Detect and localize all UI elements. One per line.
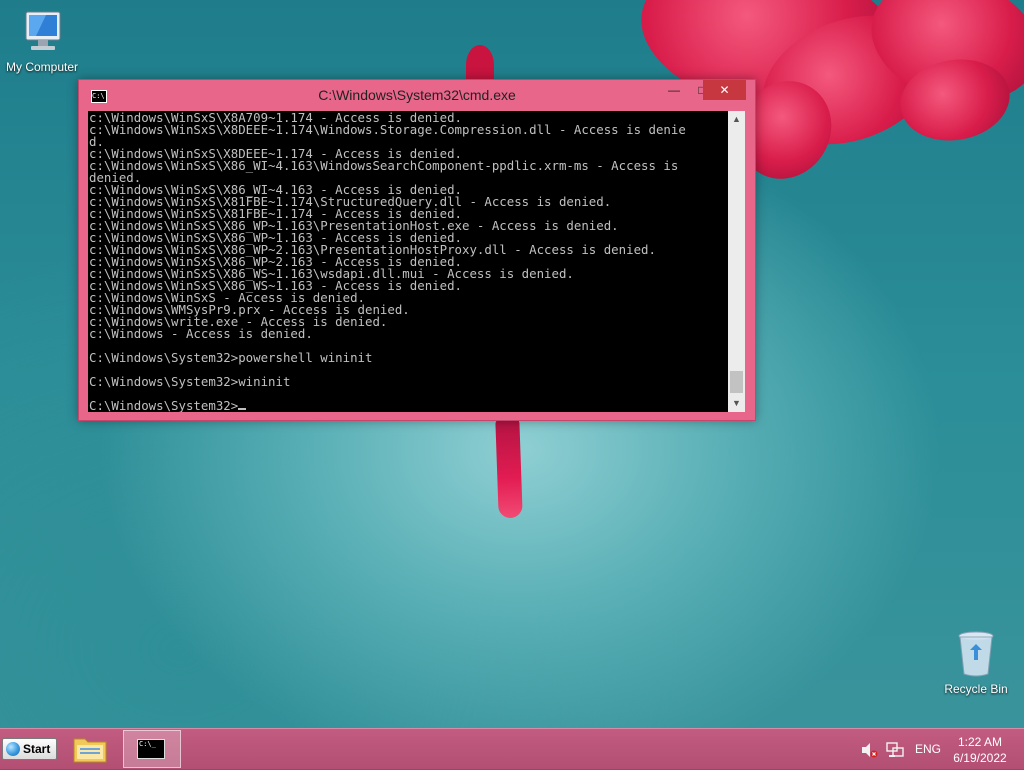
scrollbar-thumb[interactable] (730, 371, 743, 393)
console-line: C:\Windows\System32>wininit (89, 374, 291, 389)
computer-icon (25, 11, 61, 50)
desktop-icon-recycle-bin[interactable]: Recycle Bin (934, 630, 1018, 696)
start-button[interactable]: Start (2, 738, 57, 760)
cmd-window[interactable]: C:\ C:\Windows\System32\cmd.exe — □ ✕ c:… (78, 79, 756, 421)
network-icon[interactable] (886, 741, 904, 759)
windows-orb-icon (6, 742, 20, 756)
recycle-bin-icon (958, 631, 994, 677)
window-titlebar[interactable]: C:\ C:\Windows\System32\cmd.exe — □ ✕ (79, 80, 755, 110)
console-line: c:\Windows\WinSxS\X86_WI~4.163\WindowsSe… (89, 158, 679, 173)
clock[interactable]: 1:22 AM 6/19/2022 (948, 734, 1012, 766)
vertical-scrollbar[interactable]: ▲ ▼ (728, 111, 745, 412)
scroll-up-arrow-icon[interactable]: ▲ (728, 111, 745, 128)
console-line: c:\Windows - Access is denied. (89, 326, 313, 341)
language-indicator[interactable]: ENG (915, 742, 941, 756)
text-cursor (238, 408, 247, 410)
desktop-icon-label: My Computer (5, 60, 79, 74)
minimize-button[interactable]: — (660, 80, 688, 100)
console-line: c:\Windows\WinSxS\X8DEEE~1.174\Windows.S… (89, 122, 686, 137)
taskbar: Start C:\_ ENG 1:22 AM 6/19/2022 (0, 728, 1024, 769)
console-output[interactable]: c:\Windows\WinSxS\X8A709~1.174 - Access … (88, 111, 728, 412)
taskbar-command-prompt[interactable]: C:\_ (123, 730, 181, 768)
window-title: C:\Windows\System32\cmd.exe (318, 87, 516, 103)
clock-time: 1:22 AM (957, 735, 1003, 749)
scroll-down-arrow-icon[interactable]: ▼ (728, 395, 745, 412)
speaker-muted-icon[interactable] (860, 741, 878, 759)
desktop-icon-label: Recycle Bin (944, 682, 1008, 696)
folder-icon (73, 738, 107, 763)
close-button[interactable]: ✕ (703, 80, 746, 100)
taskbar-file-explorer[interactable] (72, 733, 108, 765)
clock-date: 6/19/2022 (953, 751, 1007, 765)
console-text: c:\Windows\WinSxS\X8A709~1.174 - Access … (88, 111, 728, 412)
flower-stem (495, 417, 523, 519)
desktop-icon-my-computer[interactable]: My Computer (0, 8, 84, 74)
start-label: Start (23, 742, 51, 756)
console-line: C:\Windows\System32>powershell wininit (89, 350, 373, 365)
cmd-icon: C:\_ (137, 739, 165, 759)
console-line: C:\Windows\System32> (89, 398, 239, 412)
